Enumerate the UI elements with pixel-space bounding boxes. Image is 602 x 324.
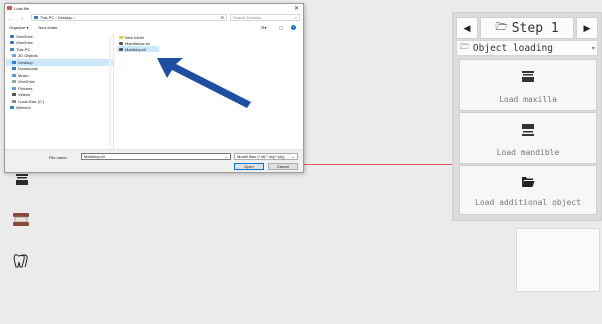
view-options-icon[interactable]: ☰▾	[261, 25, 267, 30]
network-icon	[10, 106, 14, 110]
dialog-title: Load file	[14, 6, 30, 11]
stl-file-icon	[119, 47, 123, 51]
object-loading-section[interactable]: 🗁 Object loading ▾	[456, 40, 598, 56]
load-mandible-button[interactable]: Load mandible	[459, 112, 597, 164]
video-icon	[12, 93, 16, 97]
folder-icon: 🗁	[495, 21, 508, 33]
folder-icon: 🗁	[460, 42, 470, 51]
picture-icon	[12, 86, 16, 90]
nav-scrollbar[interactable]	[109, 36, 111, 146]
cloud-icon	[10, 34, 14, 38]
organize-button[interactable]: Organize ▾	[9, 25, 28, 30]
folder-open-icon	[522, 177, 535, 187]
step-panel: ◀ 🗁 Step 1 ▶ 🗁 Object loading ▾ Load max…	[452, 12, 602, 221]
triangle-right-icon: ▶	[583, 22, 591, 33]
chevron-down-icon[interactable]: ⌄	[225, 154, 228, 159]
file-name-label: File name:	[49, 155, 68, 160]
mandible-icon	[522, 124, 534, 136]
new-folder-button[interactable]: New folder	[38, 25, 57, 30]
preview-box	[516, 228, 600, 292]
pointer-arrow	[157, 58, 251, 108]
folder-icon	[119, 35, 123, 39]
step-title: 🗁 Step 1	[480, 17, 574, 39]
cloud-icon	[12, 80, 16, 84]
stl-file-icon	[119, 41, 123, 45]
next-step-button[interactable]: ▶	[576, 17, 598, 39]
nav-item[interactable]: Network	[6, 105, 113, 112]
file-name-input[interactable]: Maxillary.stl ⌄	[81, 153, 231, 160]
close-icon[interactable]: ✕	[294, 5, 299, 12]
load-maxilla-button[interactable]: Load maxilla	[459, 59, 597, 111]
load-additional-object-button[interactable]: Load additional object	[459, 165, 597, 215]
file-item[interactable]: Maxillary.stl	[117, 46, 159, 52]
maxilla-icon	[522, 71, 534, 82]
music-icon	[12, 73, 16, 77]
computer-icon	[10, 47, 14, 51]
cube-icon	[12, 54, 16, 58]
chevron-down-icon: ⌄	[291, 154, 295, 159]
dialog-titlebar: Load file ✕	[5, 4, 303, 13]
dialog-footer: File name: Maxillary.stl ⌄ Model files (…	[5, 149, 303, 172]
desktop-icon	[12, 60, 16, 64]
open-button[interactable]: Open	[234, 163, 264, 170]
load-file-dialog: Load file ✕ ← → ↑ This PC › Desktop › ⟳ …	[4, 3, 304, 173]
download-icon	[12, 67, 16, 71]
previous-step-button[interactable]: ◀	[456, 17, 478, 39]
navigation-pane: OneDrive OneDrive This PC 3D Objects Des…	[6, 33, 114, 149]
triangle-left-icon: ◀	[463, 22, 471, 33]
back-icon[interactable]: ←	[8, 16, 12, 21]
refresh-icon[interactable]: ⟳	[221, 15, 224, 20]
dialog-toolbar: Organize ▾ New folder ☰▾ ▢ ?	[7, 24, 301, 31]
preview-pane-icon[interactable]: ▢	[279, 25, 283, 30]
address-path[interactable]: This PC › Desktop › ⟳	[31, 14, 227, 21]
app-icon	[7, 6, 12, 10]
search-input[interactable]: Search Desktop ⌕	[230, 14, 300, 21]
file-type-select[interactable]: Model files (*.stl;*.obj;*.ply) ⌄	[234, 153, 298, 160]
disk-icon	[12, 99, 16, 103]
search-icon: ⌕	[294, 15, 297, 20]
caret-down-icon: ▾	[591, 44, 595, 52]
help-icon[interactable]: ?	[291, 25, 296, 30]
teeth-model-tool-icon[interactable]	[9, 208, 33, 232]
up-icon[interactable]: ↑	[21, 16, 23, 21]
forward-icon[interactable]: →	[14, 16, 18, 21]
cloud-icon	[10, 41, 14, 45]
pc-icon	[34, 16, 38, 19]
address-bar: ← → ↑ This PC › Desktop › ⟳ Search Deskt…	[7, 14, 301, 22]
tooth-tool-icon[interactable]	[9, 249, 33, 273]
cancel-button[interactable]: Cancel	[268, 163, 298, 170]
